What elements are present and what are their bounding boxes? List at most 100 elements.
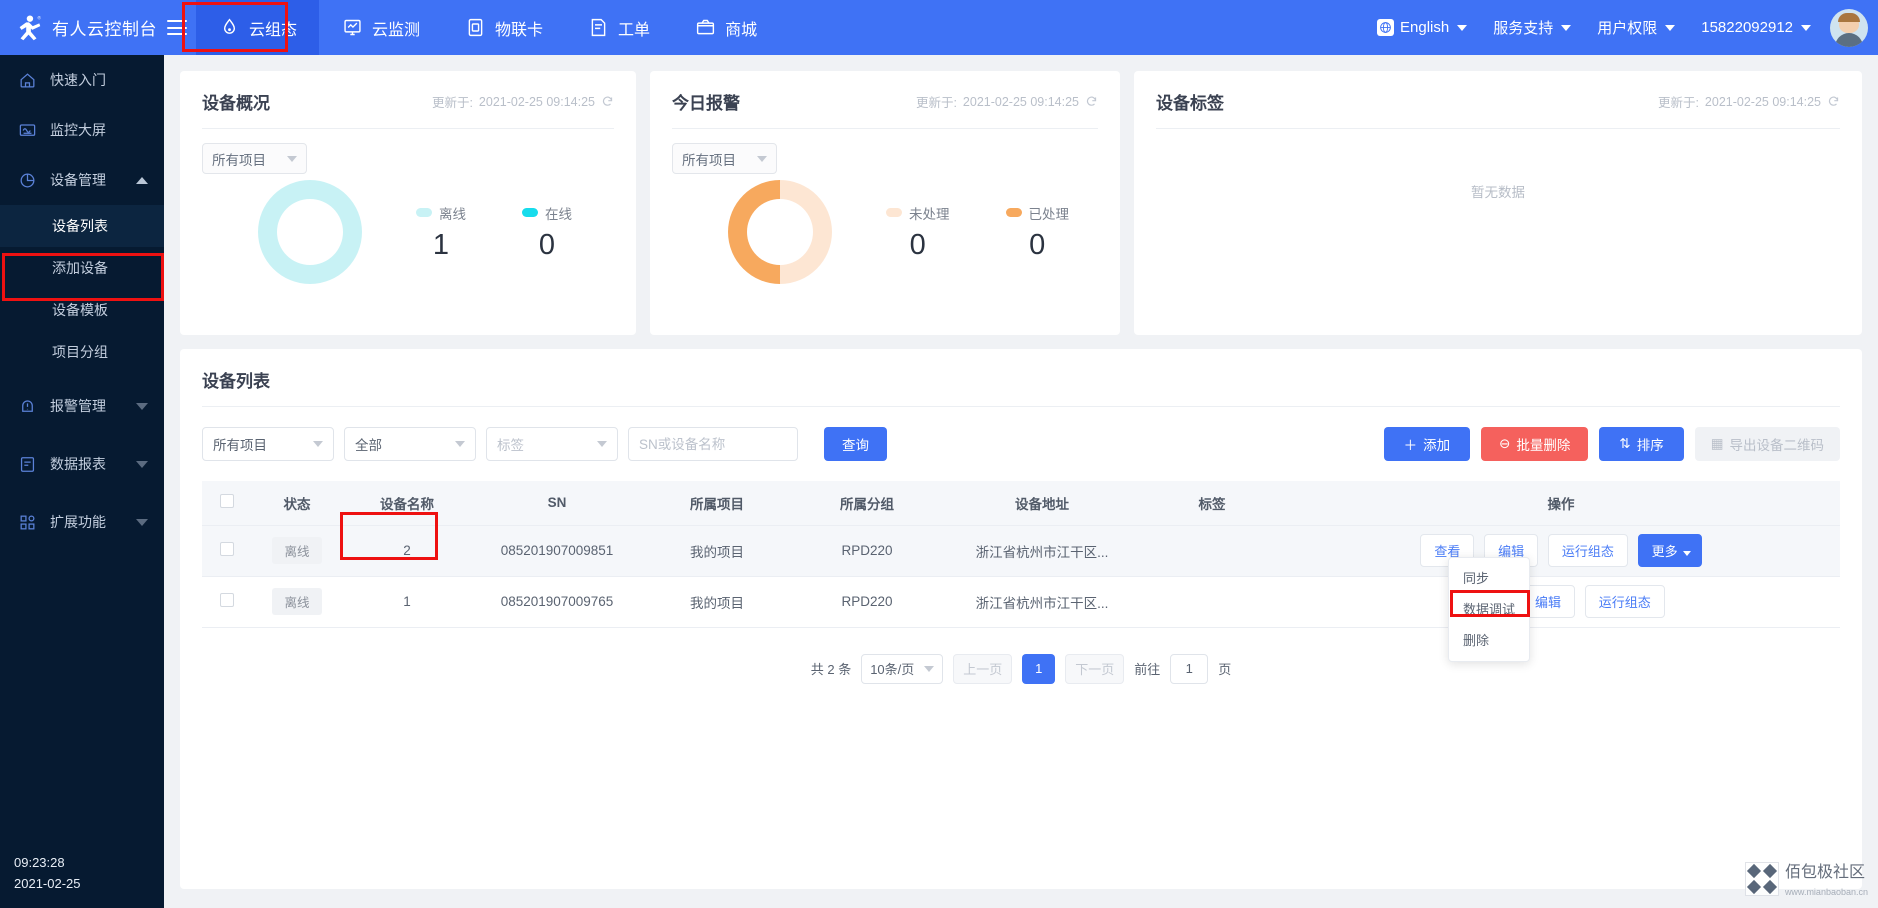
sidebar-item-quickstart[interactable]: 快速入门 bbox=[0, 55, 164, 105]
device-overview-chart: 离线 1 在线 0 bbox=[202, 180, 614, 284]
select-value: 所有项目 bbox=[212, 152, 266, 168]
cell-status: 离线 bbox=[252, 576, 342, 628]
sidebar-item-project-group[interactable]: 项目分组 bbox=[0, 331, 164, 373]
permissions-label: 用户权限 bbox=[1597, 20, 1658, 37]
legend-value: 1 bbox=[432, 228, 450, 261]
card-updated: 更新于: 2021-02-25 09:14:25 bbox=[1658, 92, 1840, 111]
report-icon bbox=[16, 453, 38, 475]
sidebar-item-device-list[interactable]: 设备列表 bbox=[0, 205, 164, 247]
select-placeholder: 标签 bbox=[497, 438, 524, 453]
cell-status: 离线 bbox=[252, 525, 342, 577]
header-tag: 标签 bbox=[1142, 481, 1282, 526]
ticket-icon bbox=[587, 17, 609, 39]
globe-icon bbox=[1377, 19, 1394, 36]
nav-label: 工单 bbox=[618, 21, 651, 39]
card-title: 今日报警 bbox=[672, 94, 740, 113]
row-checkbox[interactable] bbox=[220, 593, 234, 607]
table-row[interactable]: 离线 2 085201907009851 我的项目 RPD220 浙江省杭州市江… bbox=[202, 525, 1840, 577]
search-input[interactable] bbox=[628, 427, 798, 461]
select-all-checkbox[interactable] bbox=[220, 494, 234, 509]
table-row[interactable]: 离线 1 085201907009765 我的项目 RPD220 浙江省杭州市江… bbox=[202, 576, 1840, 628]
nav-item-yunjiance[interactable]: 云监测 bbox=[319, 0, 442, 55]
watermark-logo-icon bbox=[1744, 862, 1779, 896]
goto-page-input[interactable] bbox=[1170, 653, 1209, 684]
nav-item-yunzutai[interactable]: 云组态 bbox=[196, 0, 320, 55]
chevron-down-icon bbox=[1801, 24, 1811, 31]
next-page-button[interactable]: 下一页 bbox=[1065, 653, 1125, 684]
sidebar-sub-label: 设备模板 bbox=[52, 302, 108, 318]
sidebar-item-device-template[interactable]: 设备模板 bbox=[0, 289, 164, 331]
avatar[interactable] bbox=[1830, 8, 1868, 47]
nav-item-gongdan[interactable]: 工单 bbox=[565, 0, 672, 55]
export-qrcode-button[interactable]: ▦ 导出设备二维码 bbox=[1694, 427, 1840, 461]
select-value: 所有项目 bbox=[682, 152, 736, 168]
menu-item-delete[interactable]: 删除 bbox=[1449, 625, 1529, 656]
panel-title: 设备列表 bbox=[202, 367, 1840, 407]
menu-toggle-icon[interactable] bbox=[167, 20, 187, 35]
cell-tag bbox=[1142, 525, 1282, 577]
account-menu[interactable]: 15822092912 bbox=[1688, 19, 1824, 36]
batch-delete-button[interactable]: ⊖ 批量删除 bbox=[1481, 427, 1589, 461]
refresh-icon[interactable] bbox=[1827, 95, 1840, 108]
project-select-overview[interactable]: 所有项目 bbox=[202, 143, 307, 174]
nav-item-wulianka[interactable]: 物联卡 bbox=[442, 0, 565, 55]
chart-legend: 离线 1 在线 0 bbox=[416, 203, 572, 262]
sidebar-item-add-device[interactable]: 添加设备 bbox=[0, 247, 164, 289]
more-button[interactable]: 更多 bbox=[1637, 534, 1702, 567]
goto-label: 前往 bbox=[1134, 662, 1161, 677]
brand-title: 有人云控制台 bbox=[52, 20, 157, 39]
chevron-down-icon bbox=[597, 441, 607, 447]
refresh-icon[interactable] bbox=[601, 95, 614, 108]
grid-icon bbox=[16, 511, 38, 533]
sidebar-item-extensions[interactable]: 扩展功能 bbox=[0, 497, 164, 547]
cell-project: 我的项目 bbox=[642, 525, 792, 577]
filter-tag-select[interactable]: 标签 bbox=[486, 427, 618, 461]
action-buttons: ＋ 添加 ⊖ 批量删除 ⇅ 排序 ▦ 导出设备二维码 bbox=[1383, 427, 1840, 461]
sidebar-item-label: 扩展功能 bbox=[50, 514, 106, 530]
language-switcher[interactable]: English bbox=[1364, 19, 1480, 36]
sidebar-item-data-report[interactable]: 数据报表 bbox=[0, 439, 164, 489]
project-select-alarms[interactable]: 所有项目 bbox=[672, 143, 777, 174]
sidebar-item-device-management[interactable]: 设备管理 bbox=[0, 155, 164, 205]
filter-status-select[interactable]: 全部 bbox=[344, 427, 476, 461]
card-header: 今日报警 更新于: 2021-02-25 09:14:25 bbox=[672, 89, 1098, 129]
home-icon bbox=[16, 69, 38, 91]
menu-item-data-debug[interactable]: 数据调试 bbox=[1449, 594, 1529, 625]
sidebar: 快速入门 监控大屏 设备管理 设备列表 添加设备 设备模板 项目分组 报警管理 … bbox=[0, 55, 164, 908]
menu-item-sync[interactable]: 同步 bbox=[1449, 563, 1529, 594]
chevron-down-icon bbox=[1457, 24, 1468, 31]
sort-button[interactable]: ⇅ 排序 bbox=[1599, 427, 1684, 461]
card-updated: 更新于: 2021-02-25 09:14:25 bbox=[916, 92, 1098, 111]
updated-prefix: 更新于: bbox=[431, 96, 473, 110]
legend-unhandled: 未处理 0 bbox=[886, 203, 950, 262]
run-config-button[interactable]: 运行组态 bbox=[1584, 585, 1665, 618]
row-checkbox-cell bbox=[202, 525, 252, 577]
page-number-1[interactable]: 1 bbox=[1022, 653, 1056, 684]
legend-offline: 离线 1 bbox=[416, 203, 466, 262]
refresh-icon[interactable] bbox=[1085, 95, 1098, 108]
legend-handled: 已处理 0 bbox=[1005, 203, 1069, 262]
permissions-menu[interactable]: 用户权限 bbox=[1584, 17, 1688, 38]
add-button[interactable]: ＋ 添加 bbox=[1383, 427, 1471, 461]
sidebar-item-bigscreen[interactable]: 监控大屏 bbox=[0, 105, 164, 155]
sidebar-item-label: 数据报表 bbox=[50, 456, 106, 472]
svg-text:®: ® bbox=[37, 14, 41, 20]
header-group: 所属分组 bbox=[792, 481, 942, 526]
cell-group: RPD220 bbox=[792, 576, 942, 628]
support-menu[interactable]: 服务支持 bbox=[1480, 17, 1584, 38]
page-size-select[interactable]: 10条/页 bbox=[861, 653, 944, 684]
card-title: 设备标签 bbox=[1156, 94, 1224, 113]
pie-icon bbox=[16, 169, 38, 191]
run-config-button[interactable]: 运行组态 bbox=[1547, 534, 1628, 567]
cell-device-name: 2 bbox=[342, 525, 472, 577]
query-button[interactable]: 查询 bbox=[824, 427, 887, 461]
shop-icon bbox=[694, 17, 716, 39]
sidebar-item-alarm-management[interactable]: 报警管理 bbox=[0, 381, 164, 431]
prev-page-button[interactable]: 上一页 bbox=[953, 653, 1013, 684]
filter-project-select[interactable]: 所有项目 bbox=[202, 427, 334, 461]
card-title: 设备概况 bbox=[202, 94, 270, 113]
header-project: 所属项目 bbox=[642, 481, 792, 526]
nav-item-shangcheng[interactable]: 商城 bbox=[672, 0, 779, 55]
row-checkbox[interactable] bbox=[220, 542, 234, 556]
cloud-icon bbox=[218, 17, 240, 39]
